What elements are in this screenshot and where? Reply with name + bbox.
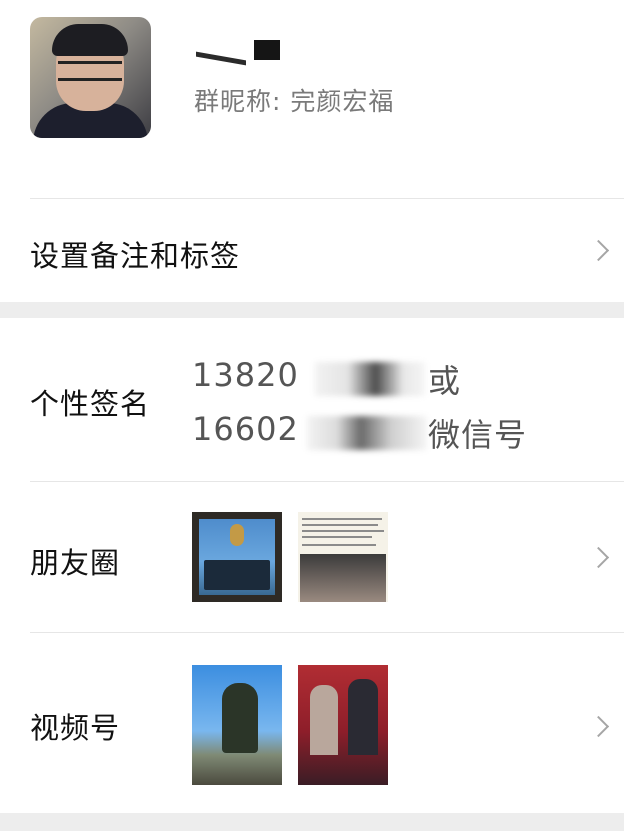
signature-line-1-start: 13820 [192,356,299,394]
chevron-right-icon [587,715,610,738]
chevron-right-icon [587,546,610,569]
moments-thumbnail-2[interactable] [298,512,388,602]
signature-line-1: 13820 [192,356,299,394]
channels-row[interactable]: 视频号 [0,633,624,813]
channels-thumbnail-2[interactable] [298,665,388,785]
moments-thumbnail-1[interactable] [192,512,282,602]
channels-label: 视频号 [30,711,121,745]
signature-label: 个性签名 [30,387,151,421]
profile-card: 群昵称: 完颜宏福 设置备注和标签 [0,0,624,302]
group-nickname: 群昵称: 完颜宏福 [194,87,395,116]
channels-thumbnail-1[interactable] [192,665,282,785]
redacted-segment [315,362,425,396]
remarks-label: 设置备注和标签 [30,239,241,273]
signature-line-1-end: 或 [428,362,462,400]
redacted-name [196,40,280,66]
section-gap [0,302,624,318]
signature-line-2-end: 微信号 [428,416,528,454]
remarks-row[interactable]: 设置备注和标签 [0,199,624,302]
moments-label: 朋友圈 [30,546,121,580]
moments-row[interactable]: 朋友圈 [0,482,624,632]
chevron-right-icon [587,239,610,262]
signature-line-2-start: 16602 [192,410,299,448]
signature-line-2: 16602 [192,410,299,448]
details-card: 个性签名 13820 或 16602 微信号 朋友圈 视频号 [0,318,624,813]
signature-row: 个性签名 13820 或 16602 微信号 [0,318,624,481]
section-gap [0,815,624,831]
avatar[interactable] [30,17,151,138]
redacted-segment [307,416,427,450]
